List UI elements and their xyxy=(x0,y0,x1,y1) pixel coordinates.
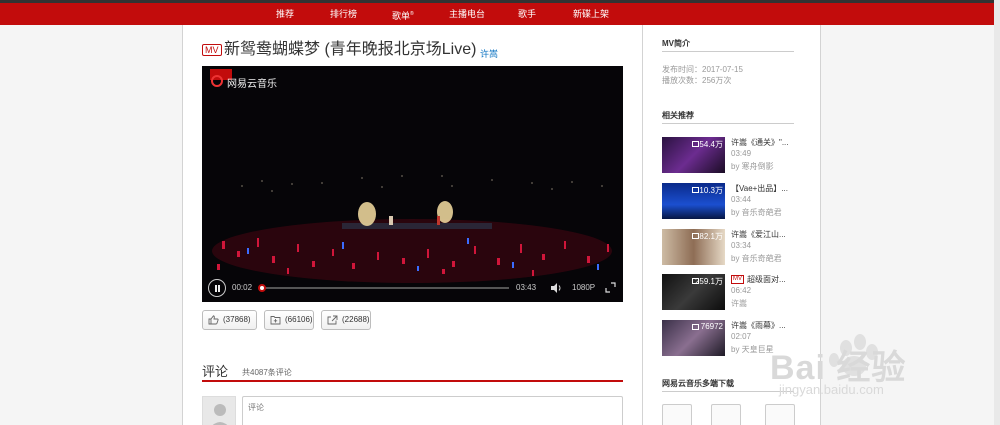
related-mv-tag: MV xyxy=(731,275,744,285)
nav-item-charts[interactable]: 排行榜 xyxy=(330,7,357,21)
mv-intro-heading: MV简介 xyxy=(662,39,690,48)
related-item[interactable]: 10.3万 【Vae+出品】... 03:44 by 音乐奇葩君 xyxy=(662,183,802,219)
player-watermark: 网易云音乐 xyxy=(227,79,277,90)
like-count: (37868) xyxy=(223,315,251,324)
nav-item-recommend[interactable]: 推荐 xyxy=(276,7,294,21)
related-heading: 相关推荐 xyxy=(662,111,694,120)
related-title[interactable]: MV 超级面对... xyxy=(731,274,821,285)
netease-logo-icon xyxy=(211,75,223,87)
mv-tag: MV xyxy=(202,44,222,56)
related-duration: 03:34 xyxy=(731,241,752,250)
like-button[interactable]: (37868) xyxy=(202,310,257,330)
resolution-selector[interactable]: 1080P xyxy=(572,283,595,292)
pause-icon[interactable] xyxy=(208,279,226,297)
concert-scene xyxy=(202,66,623,302)
related-thumbnail[interactable]: 54.4万 xyxy=(662,137,725,173)
thumbs-up-icon xyxy=(208,315,219,325)
comments-divider xyxy=(202,380,623,382)
download-heading: 网易云音乐多端下载 xyxy=(662,379,734,388)
related-title[interactable]: 许嵩《爱江山... xyxy=(731,229,821,240)
comments-heading: 评论 xyxy=(202,364,229,379)
nav-badge: ® xyxy=(410,11,414,17)
top-nav: 推荐 排行榜 歌单® 主播电台 歌手 新碟上架 xyxy=(0,0,1000,25)
progress-handle[interactable] xyxy=(257,284,266,292)
related-title[interactable]: 【Vae+出品】... xyxy=(731,183,821,194)
related-play-count: 54.4万 xyxy=(699,140,723,149)
fullscreen-icon[interactable] xyxy=(605,282,616,293)
related-author[interactable]: by 音乐奇葩君 xyxy=(731,253,782,264)
avatar xyxy=(202,396,236,425)
related-play-count: 82.1万 xyxy=(699,232,723,241)
related-thumbnail[interactable]: 10.3万 xyxy=(662,183,725,219)
related-play-count: 10.3万 xyxy=(699,186,723,195)
share-button[interactable]: (22688) xyxy=(321,310,371,330)
comments-count: 共4087条评论 xyxy=(242,368,292,377)
sidebar-divider-intro xyxy=(662,51,794,52)
download-apple-icon[interactable] xyxy=(662,404,692,425)
related-duration: 02:07 xyxy=(731,332,752,341)
video-player[interactable]: 网易云音乐 00:02 03:43 1080P xyxy=(202,66,623,302)
related-thumbnail[interactable]: 82.1万 xyxy=(662,229,725,265)
related-item[interactable]: 82.1万 许嵩《爱江山... 03:34 by 音乐奇葩君 xyxy=(662,229,802,265)
player-controls: 00:02 03:43 1080P xyxy=(202,276,623,302)
volume-icon[interactable] xyxy=(550,282,562,294)
play-count: 播放次数：256万次 xyxy=(662,76,732,85)
related-duration: 03:44 xyxy=(731,195,752,204)
scrollbar[interactable] xyxy=(994,0,1000,425)
related-thumbnail[interactable]: 259.1万 xyxy=(662,274,725,310)
video-icon xyxy=(692,324,699,330)
nav-item-artists[interactable]: 歌手 xyxy=(518,7,536,21)
download-windows-icon[interactable] xyxy=(711,404,741,425)
related-item[interactable]: 259.1万 MV 超级面对... 06:42 许嵩 xyxy=(662,274,802,310)
sidebar-divider xyxy=(642,25,643,425)
watermark-url: jingyan.baidu.com xyxy=(779,382,884,397)
share-icon xyxy=(327,315,338,325)
folder-plus-icon xyxy=(270,316,281,325)
nav-item-radio[interactable]: 主播电台 xyxy=(449,7,485,21)
video-icon xyxy=(692,187,699,193)
related-play-count: 259.1万 xyxy=(694,277,723,286)
page-title: 新鸳鸯蝴蝶梦 (青年晚报北京场Live) xyxy=(224,41,477,58)
related-play-count: 76972 xyxy=(700,322,723,331)
related-thumbnail[interactable]: 76972 xyxy=(662,320,725,356)
related-duration: 03:49 xyxy=(731,149,752,158)
comment-input[interactable]: 评论 xyxy=(242,396,623,425)
related-duration: 06:42 xyxy=(731,286,752,295)
total-time: 03:43 xyxy=(516,283,537,292)
publish-date: 发布时间：2017-07-15 xyxy=(662,65,743,74)
nav-item-playlists[interactable]: 歌单® xyxy=(392,7,414,23)
default-avatar-icon xyxy=(212,404,228,425)
sidebar-divider-related xyxy=(662,123,794,124)
progress-bar[interactable] xyxy=(257,284,509,292)
related-author[interactable]: 许嵩 xyxy=(731,298,747,309)
collect-button[interactable]: (66106) xyxy=(264,310,314,330)
related-author[interactable]: by 寒舟倒影 xyxy=(731,161,774,172)
share-count: (22688) xyxy=(342,315,370,324)
related-item[interactable]: 54.4万 许嵩《通关》"... 03:49 by 寒舟倒影 xyxy=(662,137,802,173)
related-title[interactable]: 许嵩《通关》"... xyxy=(731,137,821,148)
current-time: 00:02 xyxy=(232,283,253,292)
nav-item-new-albums[interactable]: 新碟上架 xyxy=(573,7,609,21)
artist-link[interactable]: 许嵩 xyxy=(480,47,498,60)
video-icon xyxy=(692,141,699,147)
related-author[interactable]: by 音乐奇葩君 xyxy=(731,207,782,218)
collect-count: (66106) xyxy=(285,315,313,324)
video-icon xyxy=(692,233,699,239)
